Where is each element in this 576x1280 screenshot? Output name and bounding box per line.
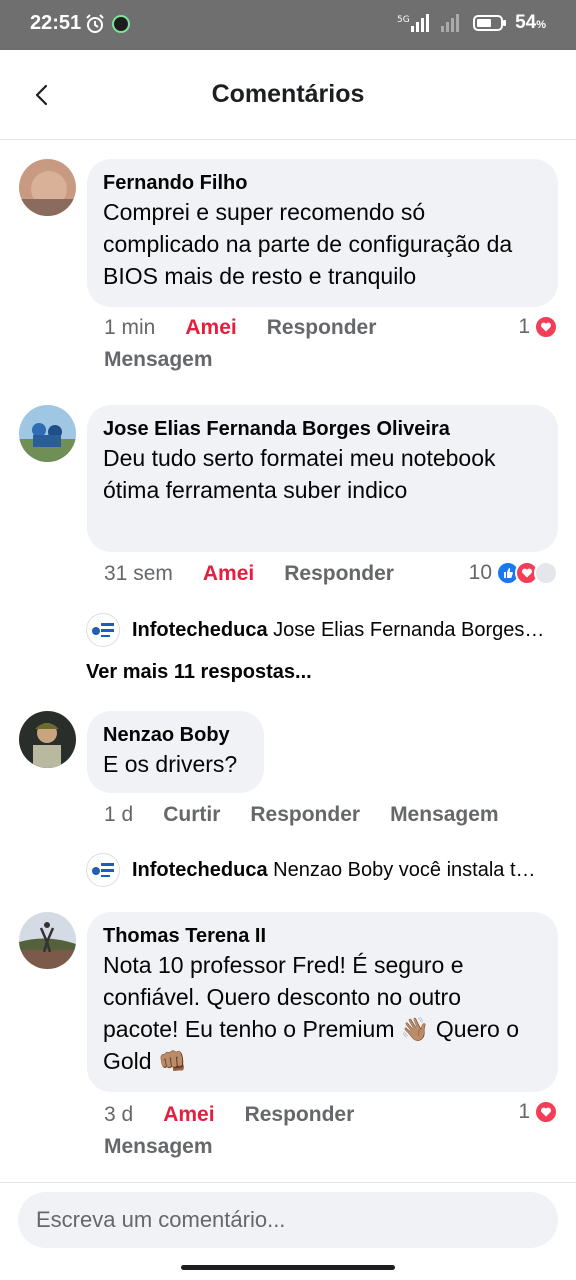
comment-author[interactable]: Thomas Terena II: [103, 923, 542, 949]
comment-input[interactable]: [18, 1192, 558, 1248]
comment-time: 31 sem: [104, 562, 173, 585]
like-button[interactable]: Curtir: [163, 803, 220, 826]
message-button[interactable]: Mensagem: [390, 803, 499, 826]
reply-button[interactable]: Responder: [267, 316, 377, 339]
comment-bubble: Thomas Terena II Nota 10 professor Fred!…: [87, 912, 558, 1092]
comment-text: Comprei e super recomendo só complicado …: [103, 199, 513, 289]
avatar[interactable]: [19, 912, 76, 969]
reply-preview[interactable]: Infotecheduca Nenzao Boby você instala t…: [86, 853, 556, 887]
reaction-count-number: 1: [518, 315, 530, 338]
comment-author[interactable]: Jose Elias Fernanda Borges Oliveira: [103, 416, 542, 442]
reply-snippet: Nenzao Boby você instala t…: [273, 858, 536, 881]
page-title: Comentários: [211, 80, 365, 108]
view-more-replies-link[interactable]: Ver mais 11 respostas...: [86, 661, 312, 684]
reply-button[interactable]: Responder: [250, 803, 360, 826]
comment-bubble: Jose Elias Fernanda Borges Oliveira Deu …: [87, 405, 558, 552]
comment-bubble: Nenzao Boby E os drivers?: [87, 711, 264, 793]
comment-actions: 31 sem Amei Responder: [104, 558, 444, 590]
header: Comentários: [0, 50, 576, 140]
svg-text:5G: 5G: [397, 15, 410, 25]
signal-2-icon: [441, 14, 460, 32]
alarm-icon: [86, 14, 104, 33]
avatar[interactable]: [19, 711, 76, 768]
reaction-placeholder-icon: [534, 561, 558, 585]
comment-time: 1 min: [104, 316, 156, 339]
reaction-count[interactable]: 10: [469, 561, 558, 585]
reaction-count[interactable]: 1: [518, 315, 558, 339]
message-button[interactable]: Mensagem: [104, 1135, 213, 1158]
comment-actions: 3 d Amei Responder Mensagem: [104, 1099, 504, 1163]
heart-icon: [534, 315, 558, 339]
reply-snippet: Jose Elias Fernanda Borges…: [273, 618, 545, 641]
reply-button[interactable]: Responder: [245, 1103, 355, 1126]
avatar[interactable]: [19, 159, 76, 216]
comment-text: E os drivers?: [103, 751, 238, 777]
comment-text: Nota 10 professor Fred! É seguro e confi…: [103, 952, 520, 1074]
reply-text: Infotecheduca Nenzao Boby você instala t…: [132, 859, 536, 882]
page-logo-icon: [86, 853, 120, 887]
comment-bubble: Fernando Filho Comprei e super recomendo…: [87, 159, 558, 307]
reply-button[interactable]: Responder: [284, 562, 394, 585]
reaction-button[interactable]: Amei: [203, 562, 254, 585]
comment-actions: 1 d Curtir Responder Mensagem: [104, 799, 564, 831]
avatar[interactable]: [19, 405, 76, 462]
comment-author[interactable]: Nenzao Boby: [103, 722, 248, 748]
comment-author[interactable]: Fernando Filho: [103, 170, 542, 196]
reaction-button[interactable]: Amei: [163, 1103, 214, 1126]
signal-icon: 5G: [397, 14, 430, 32]
reaction-button[interactable]: Amei: [185, 316, 236, 339]
reply-author[interactable]: Infotecheduca: [132, 619, 268, 641]
status-bar: 22:51 5G 54%: [0, 0, 576, 50]
reaction-count[interactable]: 1: [518, 1100, 558, 1124]
heart-icon: [534, 1100, 558, 1124]
home-indicator[interactable]: [181, 1265, 395, 1270]
comment-time: 3 d: [104, 1103, 134, 1126]
comment-actions: 1 min Amei Responder Mensagem: [104, 312, 504, 376]
message-button[interactable]: Mensagem: [104, 348, 213, 371]
reply-text: Infotecheduca Jose Elias Fernanda Borges…: [132, 619, 544, 642]
battery-icon: [473, 15, 507, 31]
reply-preview[interactable]: Infotecheduca Jose Elias Fernanda Borges…: [86, 613, 556, 647]
battery-level: 54%: [515, 12, 546, 33]
status-indicators: 5G 54%: [397, 12, 546, 34]
reaction-count-number: 10: [468, 561, 492, 584]
page-logo-icon: [86, 613, 120, 647]
app-notification-icon: [112, 15, 130, 33]
reaction-count-number: 1: [518, 1100, 530, 1123]
comment-text: Deu tudo serto formatei meu notebook óti…: [103, 445, 496, 503]
comment-time: 1 d: [104, 803, 134, 826]
status-time: 22:51: [30, 12, 82, 34]
reply-author[interactable]: Infotecheduca: [132, 859, 268, 881]
